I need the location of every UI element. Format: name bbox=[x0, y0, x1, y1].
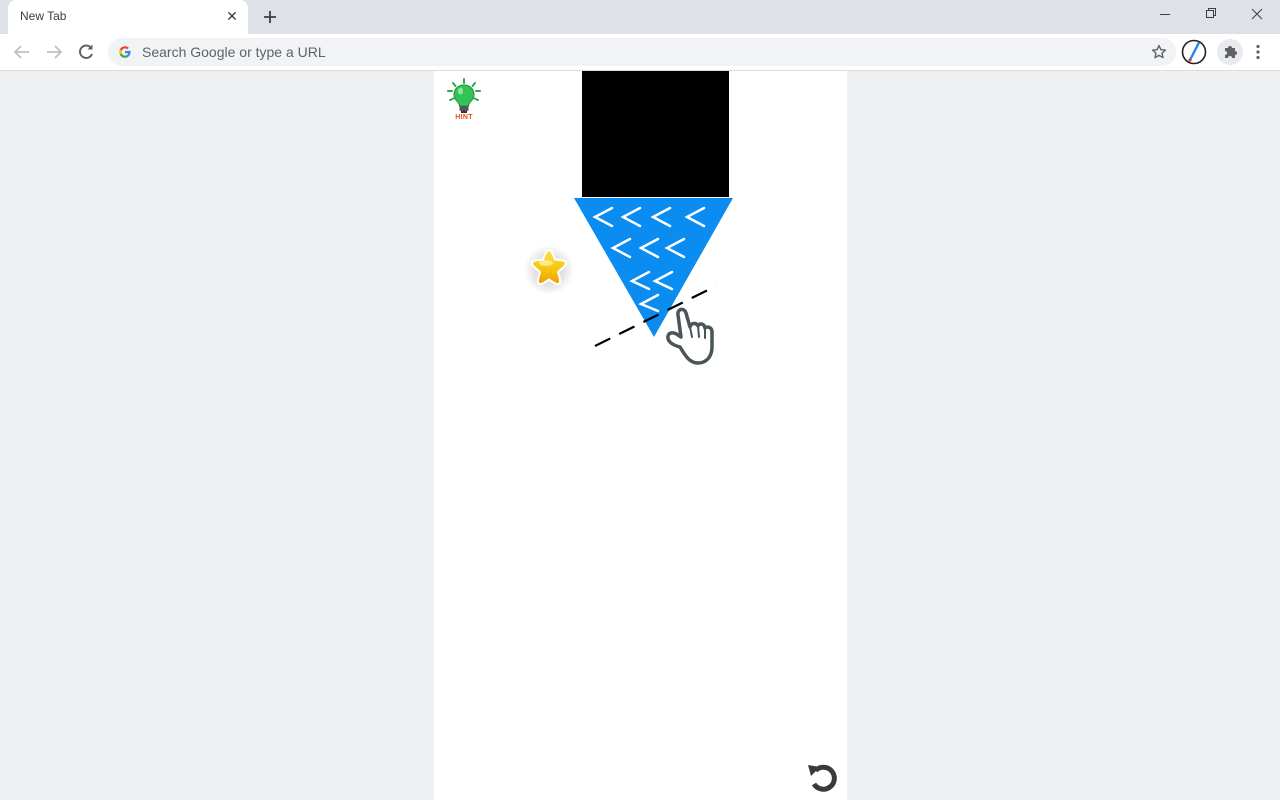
restore-button[interactable] bbox=[1188, 0, 1234, 30]
browser-toolbar: Search Google or type a URL bbox=[0, 34, 1280, 71]
star-icon bbox=[524, 245, 574, 295]
plus-icon bbox=[264, 11, 276, 23]
pen-extension-button[interactable] bbox=[1181, 39, 1207, 65]
restore-icon bbox=[1206, 8, 1216, 18]
tab-close-icon[interactable]: ✕ bbox=[224, 8, 240, 24]
restart-button[interactable] bbox=[806, 759, 840, 795]
restart-icon bbox=[808, 764, 837, 792]
puzzle-extensions-icon bbox=[1225, 46, 1237, 58]
star-outline-icon bbox=[1151, 44, 1167, 59]
arrow-right-icon bbox=[47, 45, 63, 59]
extensions-button[interactable] bbox=[1217, 39, 1243, 65]
browser-menu-button[interactable] bbox=[1250, 39, 1266, 65]
star-collectible bbox=[524, 243, 574, 295]
tab-title: New Tab bbox=[20, 9, 67, 23]
reload-icon bbox=[79, 44, 93, 59]
close-window-button[interactable] bbox=[1234, 0, 1280, 30]
tutorial-hand-pointer-icon bbox=[666, 307, 714, 365]
bookmark-button[interactable] bbox=[1148, 41, 1170, 63]
kebab-menu-icon bbox=[1256, 44, 1260, 60]
arrow-left-icon bbox=[13, 45, 29, 59]
close-icon bbox=[1251, 8, 1263, 20]
new-tab-button[interactable] bbox=[258, 5, 282, 29]
back-button[interactable] bbox=[8, 38, 36, 66]
minimize-icon bbox=[1160, 14, 1170, 15]
address-bar[interactable]: Search Google or type a URL bbox=[108, 38, 1176, 66]
reload-button[interactable] bbox=[72, 38, 100, 66]
minimize-button[interactable] bbox=[1142, 0, 1188, 30]
pen-extension-icon bbox=[1181, 39, 1207, 65]
address-bar-placeholder: Search Google or type a URL bbox=[142, 44, 326, 60]
game-scene bbox=[574, 198, 733, 365]
tab-strip: New Tab ✕ bbox=[0, 0, 1280, 34]
google-g-icon bbox=[119, 46, 131, 58]
tab-new-tab[interactable]: New Tab ✕ bbox=[8, 0, 248, 34]
forward-button[interactable] bbox=[40, 38, 68, 66]
game-canvas[interactable]: HINT bbox=[434, 71, 847, 800]
